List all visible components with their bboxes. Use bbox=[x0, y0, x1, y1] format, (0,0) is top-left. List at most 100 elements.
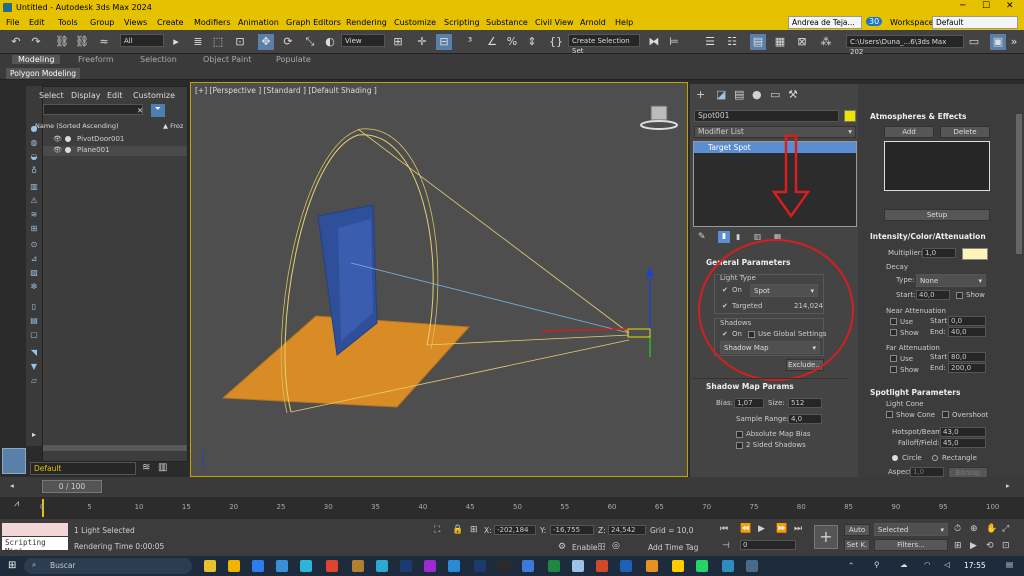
taskbar-search[interactable]: Buscar bbox=[24, 558, 192, 574]
window-crossing-icon[interactable]: ⊡ bbox=[232, 34, 248, 50]
menu-scripting[interactable]: Scripting bbox=[444, 18, 480, 27]
horizontal-scrollbar[interactable] bbox=[43, 445, 187, 451]
excel-icon[interactable] bbox=[548, 560, 560, 572]
absolute-map-bias-checkbox[interactable] bbox=[736, 431, 743, 438]
app-icon[interactable] bbox=[572, 560, 584, 572]
menu-edit[interactable]: Edit bbox=[29, 18, 45, 27]
effects-list[interactable] bbox=[884, 141, 990, 191]
layer-explorer-icon[interactable]: ☷ bbox=[724, 34, 740, 50]
link-icon[interactable]: ⛓ bbox=[54, 34, 70, 50]
workspace-dropdown[interactable]: Default bbox=[932, 16, 1018, 29]
rect-selection-icon[interactable]: ⬚ bbox=[210, 34, 226, 50]
menu-animation[interactable]: Animation bbox=[238, 18, 279, 27]
reference-coordinate-dropdown[interactable]: View bbox=[341, 34, 385, 47]
rectangle-radio[interactable] bbox=[932, 455, 938, 461]
menu-tools[interactable]: Tools bbox=[58, 18, 78, 27]
visibility-eye-icon[interactable]: 👁 bbox=[53, 146, 62, 154]
app-icon[interactable] bbox=[376, 560, 388, 572]
circle-radio[interactable] bbox=[892, 455, 898, 461]
menu-views[interactable]: Views bbox=[124, 18, 147, 27]
curve-editor-icon[interactable]: ▦ bbox=[772, 34, 788, 50]
near-start-spinner[interactable]: 0,0 bbox=[948, 316, 986, 326]
menu-file[interactable]: File bbox=[6, 18, 19, 27]
time-tag-icon[interactable]: ◎ bbox=[612, 541, 620, 551]
current-frame-field[interactable]: 0 bbox=[740, 540, 796, 550]
photoshop-icon[interactable] bbox=[400, 560, 412, 572]
whatsapp-icon[interactable] bbox=[696, 560, 708, 572]
create-tab-icon[interactable]: + bbox=[696, 88, 705, 101]
far-start-spinner[interactable]: 80,0 bbox=[948, 352, 986, 362]
close-icon[interactable]: ✕ bbox=[1006, 1, 1014, 11]
display-containers-icon[interactable]: ▨ bbox=[29, 268, 39, 278]
delete-effect-button[interactable]: Delete bbox=[940, 126, 990, 138]
viewport-perspective[interactable]: [+] [Perspective ] [Standard ] [Default … bbox=[190, 82, 688, 477]
tab-freeform[interactable]: Freeform bbox=[78, 55, 114, 64]
display-spacewarps-icon[interactable]: ≋ bbox=[29, 210, 39, 220]
edit-named-selection-icon[interactable]: {} bbox=[548, 34, 564, 50]
scene-row[interactable]: 👁 Plane001 bbox=[43, 146, 187, 156]
time-slider-toggle-icon[interactable]: ◂ bbox=[10, 481, 14, 490]
windows-start-icon[interactable]: ⊞ bbox=[8, 560, 16, 571]
app-icon[interactable] bbox=[646, 560, 658, 572]
multiplier-spinner[interactable]: 1,0 bbox=[922, 248, 956, 258]
system-tray-chevron-icon[interactable]: ⌃ bbox=[848, 561, 854, 570]
add-key-icon[interactable]: + bbox=[814, 525, 838, 549]
rotate-icon[interactable]: ⟳ bbox=[280, 34, 296, 50]
display-all-icon[interactable]: ▤ bbox=[29, 316, 39, 326]
layer-explorer-toggle-icon[interactable]: ▥ bbox=[158, 462, 167, 473]
clear-search-icon[interactable]: ✕ bbox=[137, 106, 143, 115]
wifi-icon[interactable]: ◠ bbox=[924, 560, 931, 569]
previous-frame-icon[interactable]: ⏪ bbox=[740, 524, 751, 534]
visibility-eye-icon[interactable]: 👁 bbox=[53, 135, 62, 143]
key-mode-icon[interactable]: ⊣ bbox=[722, 541, 730, 551]
tab-populate[interactable]: Populate bbox=[276, 55, 311, 64]
filter-icon[interactable]: ▼ bbox=[29, 362, 39, 372]
pan-viewport-icon[interactable]: ✋ bbox=[986, 524, 997, 534]
light-color-swatch[interactable] bbox=[962, 248, 988, 260]
utilities-tab-icon[interactable]: ⚒ bbox=[788, 88, 798, 101]
named-selection-dropdown[interactable]: Create Selection Set bbox=[568, 34, 640, 55]
falloff-spinner[interactable]: 45,0 bbox=[940, 438, 986, 448]
atmospheres-effects-header[interactable]: Atmospheres & Effects bbox=[870, 112, 966, 121]
collapse-arrow-icon[interactable]: ▸ bbox=[29, 430, 39, 440]
ribbon-toggle-icon[interactable]: ▤ bbox=[750, 34, 766, 50]
taskbar-clock[interactable]: 17:55 bbox=[964, 561, 986, 570]
3ds-max-icon[interactable] bbox=[722, 560, 734, 572]
two-sided-shadows-checkbox[interactable] bbox=[736, 442, 743, 449]
selection-filter-dropdown[interactable]: All bbox=[120, 34, 164, 47]
chrome-icon[interactable] bbox=[204, 560, 216, 572]
photoshop-icon[interactable] bbox=[474, 560, 486, 572]
scene-menu-select[interactable]: Select bbox=[39, 91, 64, 100]
near-use-checkbox[interactable] bbox=[890, 318, 897, 325]
move-icon[interactable]: ✥ bbox=[258, 34, 274, 50]
spotlight-parameters-header[interactable]: Spotlight Parameters bbox=[870, 388, 960, 397]
next-frame-icon[interactable]: ⏩ bbox=[776, 524, 787, 534]
display-xrefs-icon[interactable]: ⊙ bbox=[29, 240, 39, 250]
display-bones-icon[interactable]: ⊿ bbox=[29, 254, 39, 264]
user-account[interactable]: Andrea de Teja... bbox=[788, 16, 862, 29]
app-icon[interactable] bbox=[672, 560, 684, 572]
project-folder-icon[interactable]: ▭ bbox=[966, 34, 982, 50]
angle-snap-icon[interactable]: ∠ bbox=[484, 34, 500, 50]
zoom-viewport-icon[interactable]: ⊕ bbox=[970, 524, 978, 534]
app-icon[interactable] bbox=[498, 560, 510, 572]
add-time-tag-button[interactable]: Add Time Tag bbox=[648, 543, 698, 552]
play-icon[interactable]: ▶ bbox=[758, 524, 765, 534]
set-key-button[interactable]: Set K. bbox=[844, 539, 870, 551]
decay-start-spinner[interactable]: 40,0 bbox=[916, 290, 950, 300]
redo-icon[interactable]: ↷ bbox=[28, 34, 44, 50]
store-icon[interactable] bbox=[300, 560, 312, 572]
find-icon[interactable]: ▱ bbox=[29, 376, 39, 386]
display-helpers-icon[interactable]: ⚠ bbox=[29, 196, 39, 206]
setup-button[interactable]: Setup bbox=[884, 209, 990, 221]
scene-search-input[interactable] bbox=[43, 104, 143, 115]
app-icon[interactable] bbox=[424, 560, 436, 572]
modify-tab-icon[interactable]: ◪ bbox=[716, 88, 726, 101]
absolute-mode-icon[interactable]: ⊞ bbox=[470, 525, 478, 535]
pivot-center-icon[interactable]: ⊞ bbox=[390, 34, 406, 50]
keyboard-shortcut-icon[interactable]: ⊟ bbox=[436, 34, 452, 50]
viewport-layout-icon[interactable] bbox=[2, 448, 26, 474]
field-of-view-icon[interactable]: ▶ bbox=[970, 541, 977, 551]
menu-civil-view[interactable]: Civil View bbox=[535, 18, 574, 27]
vertical-scrollbar[interactable] bbox=[1016, 114, 1022, 254]
